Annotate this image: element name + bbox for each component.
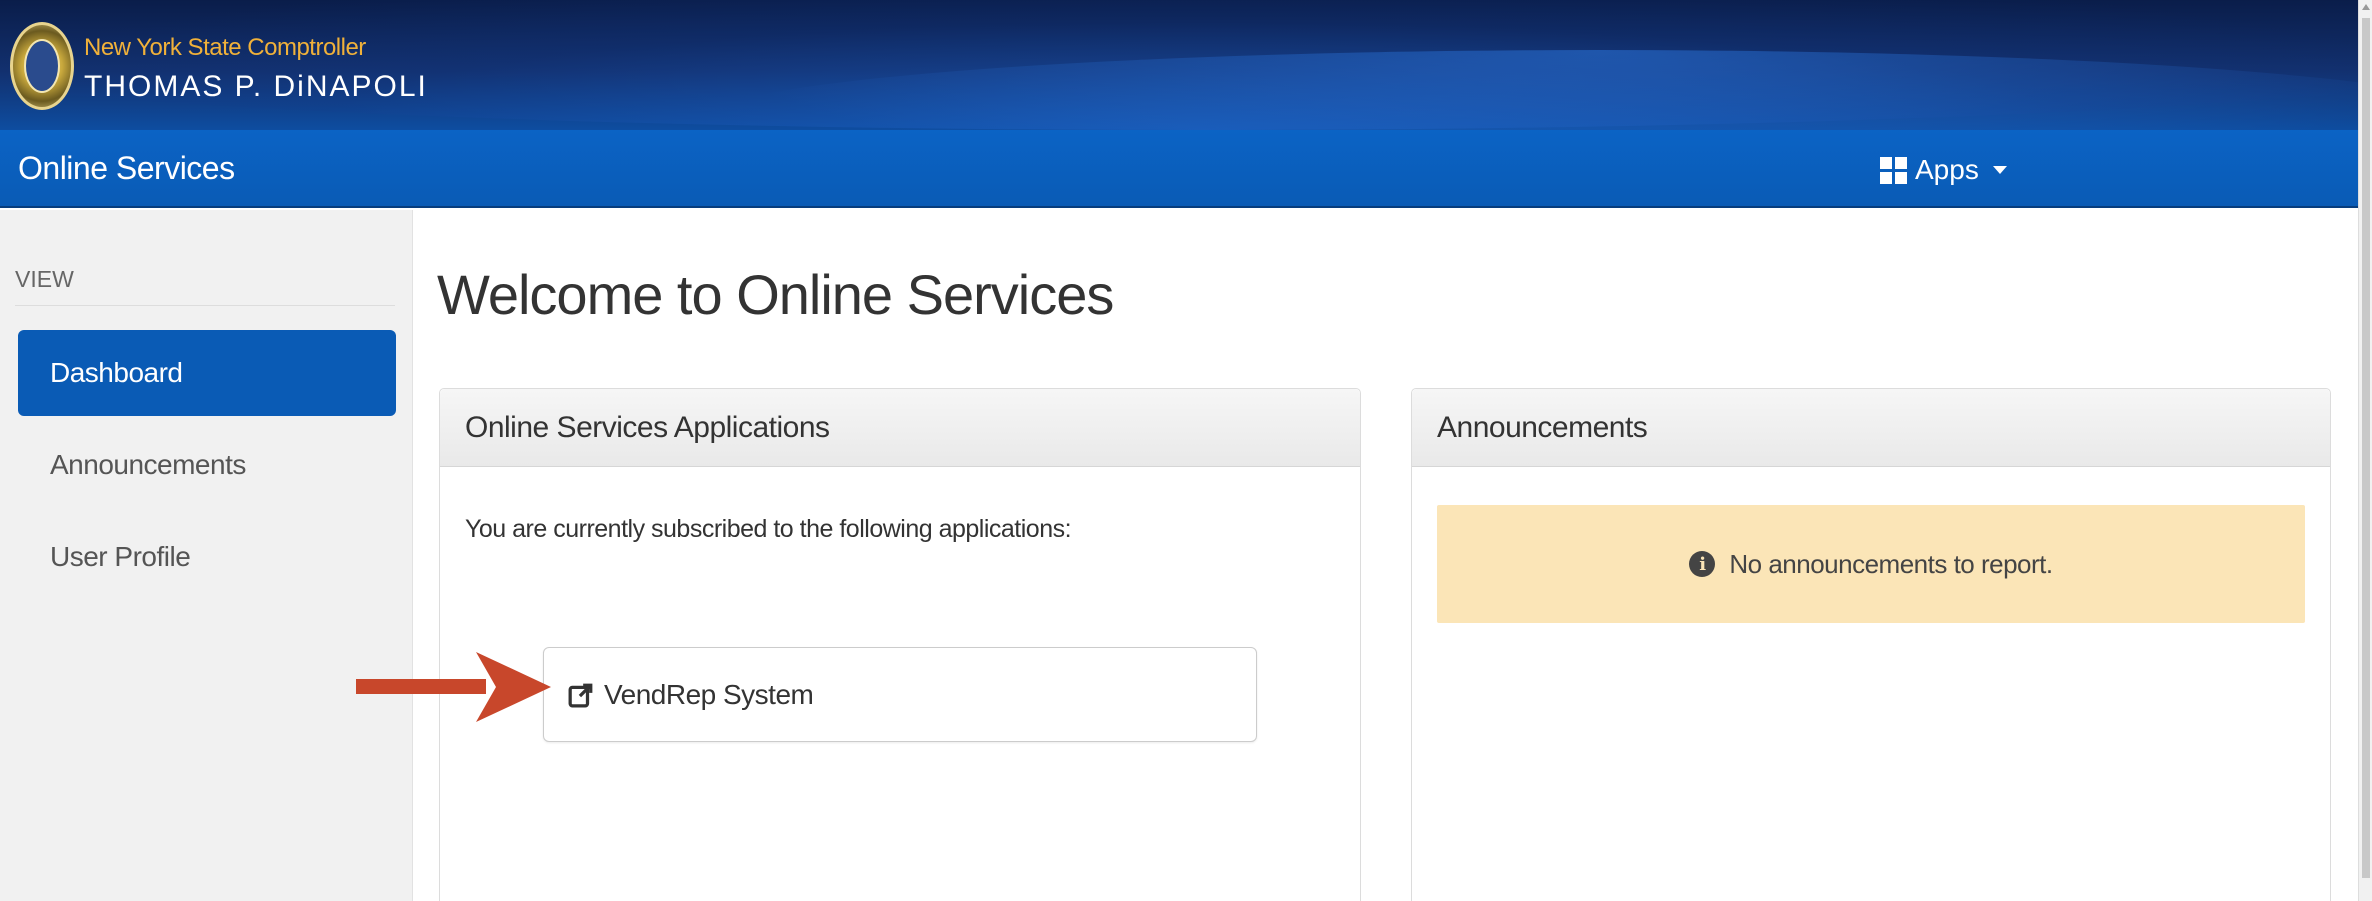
sidebar-item-dashboard[interactable]: Dashboard	[18, 330, 396, 416]
top-navbar: Online Services Apps	[0, 130, 2358, 208]
sidebar-item-announcements[interactable]: Announcements	[18, 422, 396, 508]
announcements-panel-heading: Announcements	[1412, 389, 2330, 467]
org-name[interactable]: New York State Comptroller	[84, 34, 366, 62]
announcement-alert: i No announcements to report.	[1437, 505, 2305, 623]
scroll-up-icon[interactable]	[2362, 4, 2370, 10]
sidebar-divider	[15, 305, 395, 306]
sidebar-item-user-profile[interactable]: User Profile	[18, 514, 396, 600]
page-title: Welcome to Online Services	[437, 263, 1114, 326]
comptroller-name[interactable]: THOMAS P. DiNAPOLI	[84, 70, 428, 104]
grid-icon	[1880, 156, 1907, 184]
sidebar-section-label: VIEW	[15, 266, 74, 292]
site-title[interactable]: Online Services	[18, 150, 235, 187]
red-arrow-annotation	[356, 652, 551, 722]
nys-seal-icon[interactable]	[10, 22, 74, 110]
page-scrollbar[interactable]	[2358, 0, 2372, 901]
info-icon: i	[1689, 551, 1716, 577]
applications-panel-heading: Online Services Applications	[440, 389, 1360, 467]
subscribed-text: You are currently subscribed to the foll…	[465, 515, 1072, 543]
vendrep-system-link[interactable]: VendRep System	[543, 647, 1257, 742]
caret-down-icon	[1992, 166, 2007, 174]
applications-panel: Online Services Applications You are cur…	[439, 388, 1361, 901]
sidebar: VIEW Dashboard Announcements User Profil…	[0, 210, 413, 901]
scrollbar-thumb[interactable]	[2362, 18, 2370, 878]
app-label: VendRep System	[604, 678, 814, 710]
announcements-panel: Announcements i No announcements to repo…	[1411, 388, 2331, 901]
apps-menu-button[interactable]: Apps	[1880, 152, 2007, 188]
external-link-icon	[568, 683, 593, 707]
announcement-message: No announcements to report.	[1729, 548, 2053, 579]
header-banner: New York State Comptroller THOMAS P. DiN…	[0, 0, 2358, 130]
apps-label: Apps	[1915, 154, 1979, 185]
